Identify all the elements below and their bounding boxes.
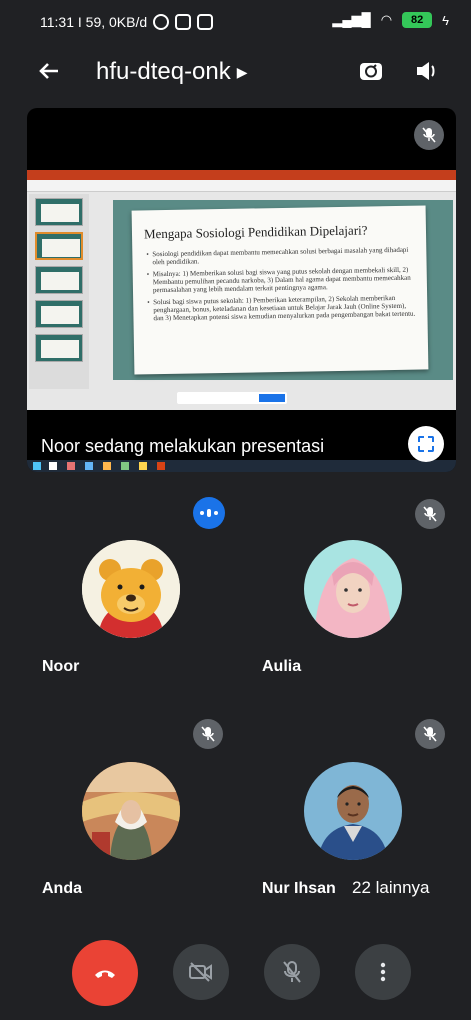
battery-icon: 82 bbox=[402, 12, 433, 28]
avatar-anda[interactable] bbox=[82, 762, 180, 860]
more-participants-count[interactable]: 22 lainnya bbox=[352, 878, 430, 898]
slide-bullets: Sosiologi pendidikan dapat membantu meme… bbox=[146, 246, 417, 327]
mic-toggle-button[interactable] bbox=[264, 944, 320, 1000]
taskbar-app-icon bbox=[103, 462, 111, 470]
fullscreen-button[interactable] bbox=[408, 426, 444, 462]
mic-off-icon bbox=[415, 719, 445, 749]
taskbar-app-icon bbox=[121, 462, 129, 470]
participant-name: Aulia bbox=[262, 658, 302, 675]
slide-bullet: Solusi bagi siswa putus sekolah: 1) Pemb… bbox=[147, 294, 417, 323]
presentation-caption: Noor sedang melakukan presentasi bbox=[41, 436, 325, 456]
speaking-indicator-icon bbox=[193, 497, 225, 529]
camera-toggle-button[interactable] bbox=[173, 944, 229, 1000]
slide-canvas: Mengapa Sosiologi Pendidikan Dipelajari?… bbox=[113, 200, 453, 380]
more-options-icon bbox=[380, 962, 386, 982]
status-right: ▂▄▆█ ◠ 82 ϟ bbox=[332, 12, 449, 28]
slide-thumbnail bbox=[35, 334, 83, 362]
avatar-noor[interactable] bbox=[82, 540, 180, 638]
taskbar-app-icon bbox=[49, 462, 57, 470]
call-controls bbox=[0, 940, 471, 1010]
avatar-nur-ihsan[interactable] bbox=[304, 762, 402, 860]
charging-icon: ϟ bbox=[442, 12, 449, 28]
participant-name: Noor bbox=[42, 658, 80, 675]
participant-name: Nur Ihsan bbox=[262, 880, 336, 897]
whatsapp-icon bbox=[153, 14, 170, 30]
windows-start-icon bbox=[33, 462, 41, 470]
status-bar: 11:31 I 59, 0KB/d ▂▄▆█ ◠ 82 ϟ bbox=[0, 0, 471, 44]
end-call-icon bbox=[95, 970, 115, 978]
meeting-header: hfu-dteq-onk ▶ bbox=[0, 44, 471, 100]
mic-off-icon bbox=[283, 961, 301, 983]
shared-screen: Mengapa Sosiologi Pendidikan Dipelajari?… bbox=[27, 170, 456, 472]
slide-title: Mengapa Sosiologi Pendidikan Dipelajari? bbox=[143, 222, 368, 242]
taskbar-app-icon bbox=[67, 462, 75, 470]
taskbar-app-icon bbox=[139, 462, 147, 470]
status-time: 11:31 I 59, 0KB/d bbox=[40, 14, 148, 30]
slide-thumbnail bbox=[35, 232, 83, 260]
screen-share-bar bbox=[177, 392, 287, 404]
mic-off-icon bbox=[414, 120, 444, 150]
back-arrow-icon[interactable] bbox=[34, 56, 64, 86]
participant-name: Anda bbox=[42, 880, 82, 897]
meeting-code[interactable]: hfu-dteq-onk ▶ bbox=[96, 58, 248, 86]
avatar-aulia[interactable] bbox=[304, 540, 402, 638]
powerpoint-ribbon bbox=[27, 180, 456, 192]
slide-thumbnail bbox=[35, 300, 83, 328]
instagram-icon bbox=[175, 14, 192, 30]
speaker-icon[interactable] bbox=[412, 56, 442, 86]
camera-off-icon bbox=[189, 962, 212, 982]
chevron-right-icon: ▶ bbox=[236, 64, 248, 81]
switch-camera-icon[interactable] bbox=[356, 56, 386, 86]
slide-paper: Mengapa Sosiologi Pendidikan Dipelajari?… bbox=[131, 205, 429, 375]
shop-icon bbox=[197, 14, 214, 30]
slide-thumbnail bbox=[35, 198, 83, 226]
slide-bullet: Misalnya: 1) Memberikan solusi bagi sisw… bbox=[147, 266, 417, 295]
stop-share-button bbox=[259, 394, 285, 402]
windows-taskbar bbox=[27, 460, 456, 472]
slide-thumbnails bbox=[29, 194, 89, 389]
powerpoint-titlebar bbox=[27, 170, 456, 180]
fullscreen-icon bbox=[418, 436, 434, 452]
taskbar-app-icon bbox=[85, 462, 93, 470]
slide-bullet: Sosiologi pendidikan dapat membantu meme… bbox=[146, 246, 416, 267]
signal-icon: ▂▄▆█ bbox=[332, 12, 371, 27]
taskbar-app-icon bbox=[157, 462, 165, 470]
mic-off-icon bbox=[193, 719, 223, 749]
wifi-icon: ◠ bbox=[380, 12, 393, 27]
status-left: 11:31 I 59, 0KB/d bbox=[40, 14, 214, 30]
slide-thumbnail bbox=[35, 266, 83, 294]
more-options-button[interactable] bbox=[355, 944, 411, 1000]
end-call-button[interactable] bbox=[72, 940, 138, 1006]
presentation-tile[interactable]: Mengapa Sosiologi Pendidikan Dipelajari?… bbox=[27, 108, 456, 472]
mic-off-icon bbox=[415, 499, 445, 529]
meeting-code-text: hfu-dteq-onk bbox=[96, 58, 231, 85]
